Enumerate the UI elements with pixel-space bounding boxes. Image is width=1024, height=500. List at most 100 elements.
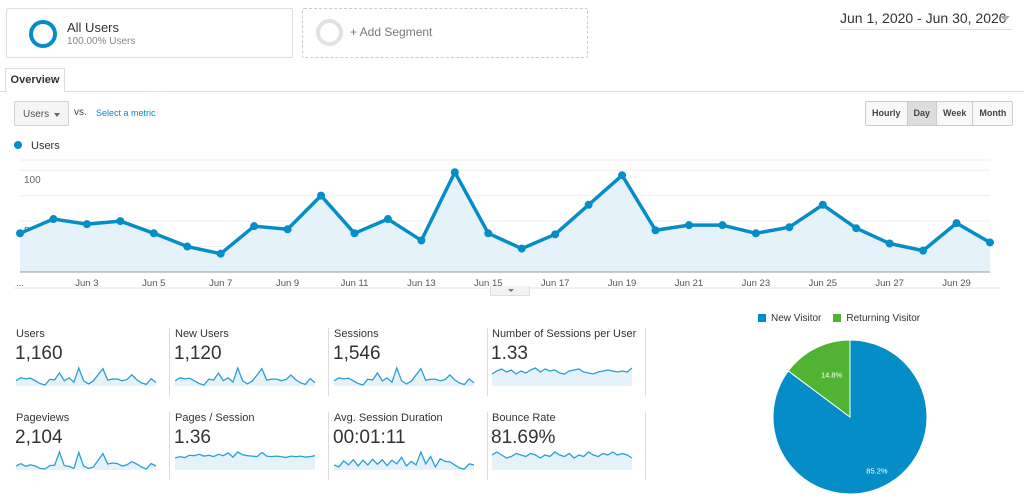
- metric-sparkline: [334, 450, 475, 470]
- segment-title: All Users: [67, 20, 120, 35]
- add-segment-button[interactable]: + Add Segment: [302, 8, 588, 58]
- metric-label: Pages / Session: [175, 412, 255, 424]
- data-point[interactable]: [885, 239, 894, 248]
- x-tick-label: Jun 13: [407, 278, 436, 289]
- granularity-toggle: Hourly Day Week Month: [865, 101, 1014, 126]
- data-point[interactable]: [183, 242, 192, 251]
- data-point[interactable]: [551, 230, 560, 239]
- metric-label: New Users: [175, 328, 229, 340]
- tab-bar-divider: [0, 91, 1024, 92]
- x-tick-label: Jun 29: [942, 278, 971, 289]
- metric-sparkline: [175, 451, 316, 470]
- data-point[interactable]: [350, 229, 359, 238]
- chevron-down-icon: [508, 289, 514, 292]
- granularity-week-button[interactable]: Week: [936, 102, 973, 125]
- data-point[interactable]: [852, 224, 861, 233]
- metric-sparkline: [492, 367, 633, 386]
- metric-value: 2,104: [15, 427, 63, 448]
- pie-slice-label: 14.8%: [821, 370, 843, 379]
- x-tick-label: Jun 11: [341, 278, 369, 289]
- x-tick-label: Jun 3: [75, 278, 98, 289]
- metric-sparkline: [175, 366, 316, 386]
- date-range-picker[interactable]: Jun 1, 2020 - Jun 30, 2020: [840, 10, 1012, 30]
- users-line-chart: 50100...Jun 3Jun 5Jun 7Jun 9Jun 11Jun 13…: [14, 159, 1000, 289]
- pie-legend-returning: Returning Visitor: [833, 313, 920, 324]
- granularity-day-button[interactable]: Day: [906, 102, 937, 125]
- x-tick-label: Jun 23: [742, 278, 771, 289]
- data-point[interactable]: [250, 222, 259, 231]
- metric-value: 1,546: [333, 343, 381, 364]
- metric-tile[interactable]: Number of Sessions per User 1.33: [491, 328, 646, 396]
- data-point[interactable]: [49, 215, 58, 224]
- metric-label: Bounce Rate: [492, 412, 556, 424]
- metric-label: Users: [16, 328, 45, 340]
- metric-dropdown-label: Users: [23, 109, 50, 120]
- data-point[interactable]: [317, 191, 326, 200]
- segment-all-users[interactable]: All Users 100.00% Users: [6, 8, 293, 58]
- segment-subtitle: 100.00% Users: [67, 36, 136, 47]
- metric-tile[interactable]: Bounce Rate 81.69%: [491, 412, 646, 480]
- data-point[interactable]: [584, 200, 593, 209]
- data-point[interactable]: [216, 249, 225, 258]
- data-point[interactable]: [149, 229, 158, 238]
- data-point[interactable]: [517, 244, 526, 253]
- data-point[interactable]: [283, 225, 292, 234]
- metric-value: 81.69%: [491, 427, 556, 448]
- data-point[interactable]: [618, 171, 627, 180]
- x-tick-label: Jun 21: [675, 278, 704, 289]
- date-range-label: Jun 1, 2020 - Jun 30, 2020: [840, 10, 1007, 26]
- pie-legend: New Visitor Returning Visitor: [758, 313, 920, 324]
- data-point[interactable]: [751, 229, 760, 238]
- sparkline-area: [175, 368, 315, 386]
- data-point[interactable]: [818, 200, 827, 209]
- x-tick-label: Jun 19: [608, 278, 637, 289]
- metric-sparkline: [16, 366, 157, 386]
- data-point[interactable]: [16, 229, 24, 238]
- granularity-hourly-button[interactable]: Hourly: [866, 102, 907, 125]
- data-point[interactable]: [82, 220, 91, 229]
- metric-value: 1,160: [15, 343, 63, 364]
- pie-legend-new-label: New Visitor: [771, 313, 822, 324]
- data-point[interactable]: [952, 219, 961, 228]
- metric-tile[interactable]: Avg. Session Duration 00:01:11: [333, 412, 488, 480]
- data-point[interactable]: [417, 236, 426, 245]
- add-segment-label: + Add Segment: [350, 25, 433, 39]
- chart-resize-handle[interactable]: [490, 286, 530, 296]
- data-point[interactable]: [986, 238, 994, 247]
- metric-tile[interactable]: Pages / Session 1.36: [174, 412, 329, 480]
- data-point[interactable]: [718, 221, 727, 230]
- metric-tile[interactable]: New Users 1,120: [174, 328, 329, 396]
- metric-label: Sessions: [334, 328, 379, 340]
- x-tick-label: Jun 25: [808, 278, 837, 289]
- x-tick-label: Jun 5: [142, 278, 165, 289]
- metric-tile[interactable]: Users 1,160: [15, 328, 170, 396]
- metric-tile[interactable]: Sessions 1,546: [333, 328, 488, 396]
- metric-dropdown[interactable]: Users: [14, 101, 69, 126]
- data-point[interactable]: [785, 223, 794, 232]
- data-point[interactable]: [116, 217, 125, 226]
- data-point[interactable]: [919, 246, 928, 255]
- pie-slice-label: 85.2%: [866, 467, 888, 476]
- sparkline-area: [16, 368, 156, 386]
- data-point[interactable]: [450, 168, 459, 177]
- chevron-down-icon: [1000, 16, 1010, 21]
- metric-value: 1,120: [174, 343, 222, 364]
- select-metric-link[interactable]: Select a metric: [96, 108, 156, 118]
- data-point[interactable]: [684, 221, 693, 230]
- tab-overview[interactable]: Overview: [5, 68, 65, 92]
- metric-value: 1.33: [491, 343, 528, 364]
- metric-sparkline: [16, 450, 157, 470]
- visitor-pie-chart: 85.2% 14.8%: [772, 339, 928, 495]
- data-point[interactable]: [484, 229, 493, 238]
- metric-label: Pageviews: [16, 412, 70, 424]
- data-point[interactable]: [383, 215, 392, 224]
- legend-swatch-icon: [833, 314, 842, 322]
- y-tick-label: 100: [24, 175, 41, 186]
- metric-tile[interactable]: Pageviews 2,104: [15, 412, 170, 480]
- segment-ring-icon: [29, 20, 57, 48]
- granularity-month-button[interactable]: Month: [972, 102, 1013, 125]
- pie-legend-new: New Visitor: [758, 313, 821, 324]
- vs-label: vs.: [74, 107, 87, 118]
- data-point[interactable]: [651, 226, 660, 235]
- empty-segment-ring-icon: [316, 19, 343, 46]
